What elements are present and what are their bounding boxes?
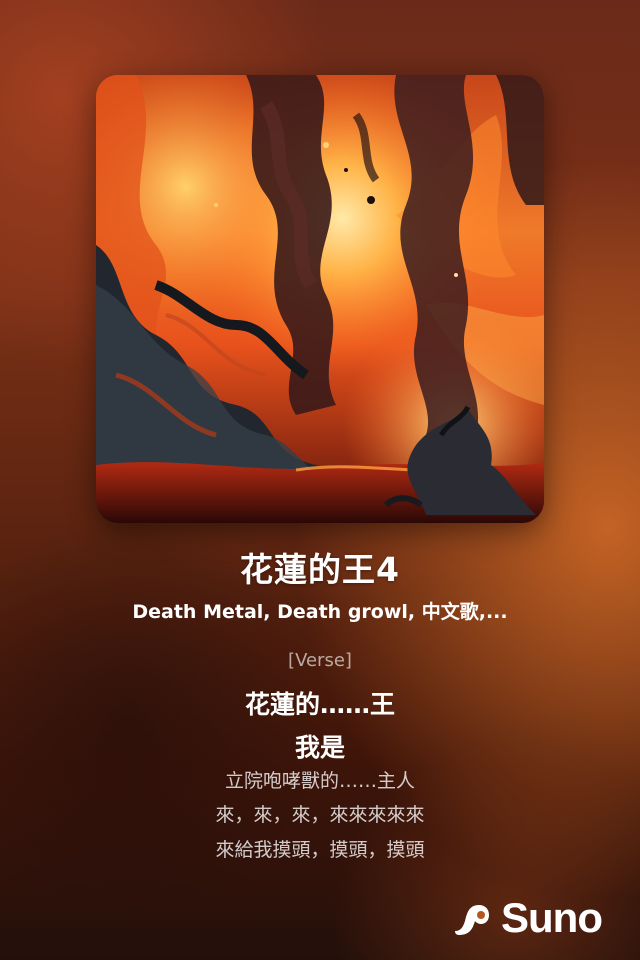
fire-artwork-image [96, 75, 544, 523]
suno-logo-icon [455, 905, 490, 935]
brand-name: Suno [501, 894, 603, 941]
song-title: 花蓮的王4 [240, 550, 400, 589]
lyrics-section-tag: [Verse] [288, 650, 352, 671]
album-cover-art [96, 75, 544, 523]
lyric-line-current: 我是 [294, 733, 345, 762]
song-style-tags: Death Metal, Death growl, 中文歌,... [132, 601, 508, 623]
lyric-line-current: 花蓮的……王 [244, 690, 395, 719]
lyric-line-upcoming: 立院咆哮獸的……主人 [224, 770, 415, 792]
lyric-line-upcoming: 來，來，來，來來來來來 [215, 804, 425, 826]
lyric-line-upcoming: 來給我摸頭，摸頭，摸頭 [215, 839, 425, 861]
suno-brand-watermark: Suno [451, 890, 603, 946]
